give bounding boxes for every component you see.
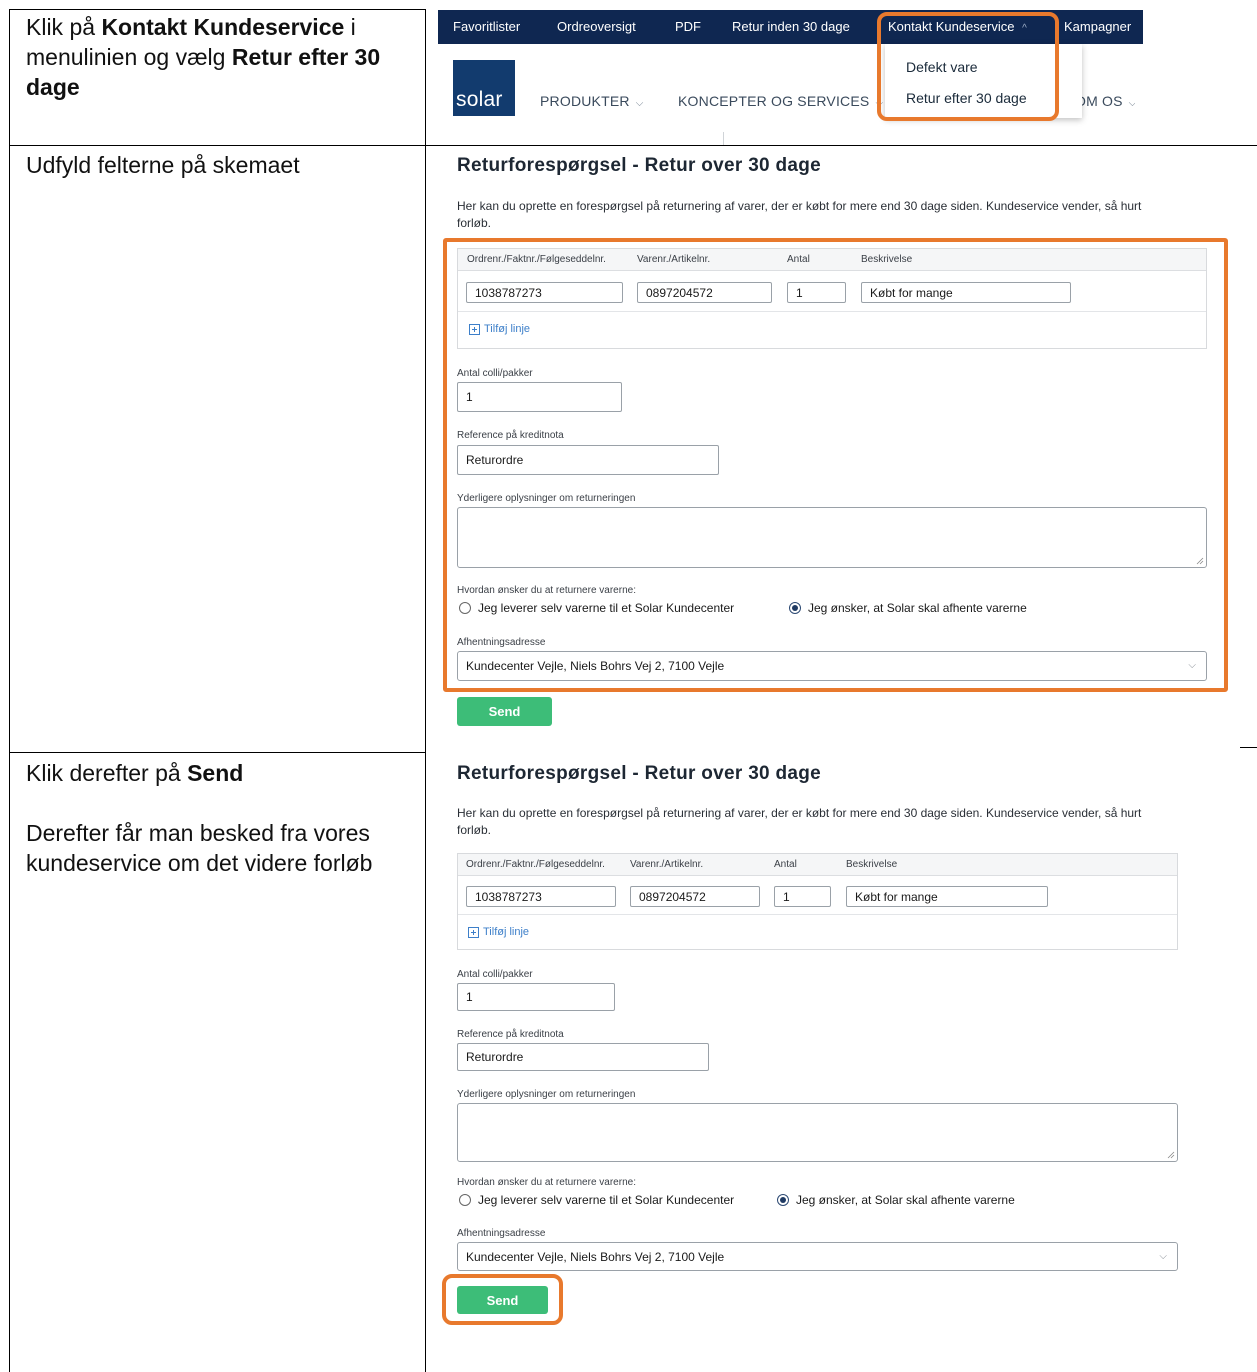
form-intro-line-2: forløb. bbox=[457, 823, 492, 837]
nav-ordreoversigt[interactable]: Ordreoversigt bbox=[557, 10, 636, 44]
highlight-send-button bbox=[442, 1274, 563, 1325]
step-3-note: Derefter får man besked fra vores kundes… bbox=[26, 820, 373, 876]
nav-kampagner[interactable]: Kampagner bbox=[1064, 10, 1131, 44]
resize-grip-icon[interactable] bbox=[1167, 1151, 1175, 1159]
nav-pdf[interactable]: PDF bbox=[675, 10, 701, 44]
table-border-left bbox=[9, 9, 10, 1372]
radio-self-delivery[interactable] bbox=[459, 1194, 471, 1206]
solar-logo[interactable]: solar bbox=[453, 60, 515, 116]
reference-label: Reference på kreditnota bbox=[457, 1029, 564, 1040]
form-intro: Her kan du oprette en forespørgsel på re… bbox=[457, 198, 1257, 232]
nav-favoritlister[interactable]: Favoritlister bbox=[453, 10, 520, 44]
send-button[interactable]: Send bbox=[457, 697, 552, 726]
col-quantity: Antal bbox=[774, 859, 797, 870]
option-self-delivery[interactable]: Jeg leverer selv varerne til et Solar Ku… bbox=[459, 1193, 734, 1207]
address-select[interactable]: Kundecenter Vejle, Niels Bohrs Vej 2, 71… bbox=[457, 1242, 1178, 1271]
info-label: Yderligere oplysninger om returneringen bbox=[457, 1089, 636, 1100]
table-row-divider-2 bbox=[9, 752, 426, 753]
step-3-text-0: Klik derefter på bbox=[26, 760, 188, 786]
table-row-divider-1 bbox=[9, 145, 426, 146]
nav-retur-inden-30-dage[interactable]: Retur inden 30 dage bbox=[732, 10, 850, 44]
table-border-top bbox=[9, 9, 426, 10]
logo-text: solar bbox=[456, 88, 503, 111]
form-intro-line-2: forløb. bbox=[457, 216, 492, 230]
step-2-instruction: Udfyld felterne på skemaet bbox=[26, 152, 300, 178]
step-3-text-1: Send bbox=[187, 760, 244, 786]
chevron-down-icon: ⌵ bbox=[635, 98, 644, 109]
nav-om-os[interactable]: OM OS ⌵ bbox=[1075, 93, 1135, 109]
secnav-divider bbox=[723, 132, 724, 145]
item-number-input[interactable]: 0897204572 bbox=[630, 886, 760, 907]
address-select-value: Kundecenter Vejle, Niels Bohrs Vej 2, 71… bbox=[466, 1249, 725, 1264]
return-method-question: Hvordan ønsker du at returnere varerne: bbox=[457, 1177, 636, 1188]
nav-om-os-label: OM OS bbox=[1075, 93, 1123, 109]
nav-koncepter-og-services[interactable]: KONCEPTER OG SERVICES ⌵ bbox=[678, 93, 883, 109]
return-lines-header: Ordrenr./Faktnr./Følgeseddelnr. Varenr./… bbox=[458, 854, 1177, 876]
table-row-divider-1-right bbox=[426, 145, 1257, 146]
col-order-number: Ordrenr./Faktnr./Følgeseddelnr. bbox=[466, 859, 605, 870]
plus-icon bbox=[468, 926, 479, 938]
step-1-instruction: Klik på Kontakt Kundeservice i menulinie… bbox=[26, 12, 406, 102]
info-textarea[interactable] bbox=[457, 1103, 1178, 1162]
add-line-button[interactable]: Tilføj linje bbox=[468, 926, 529, 938]
col-item-number: Varenr./Artikelnr. bbox=[630, 859, 704, 870]
chevron-down-icon: ⌵ bbox=[1128, 98, 1135, 109]
nav-koncepter-label: KONCEPTER OG SERVICES bbox=[678, 93, 870, 109]
description-input[interactable]: Købt for mange bbox=[846, 886, 1048, 907]
option-self-label: Jeg leverer selv varerne til et Solar Ku… bbox=[478, 1193, 735, 1207]
step-3-instruction: Klik derefter på Send Derefter får man b… bbox=[26, 758, 406, 878]
lines-row-divider bbox=[458, 914, 1177, 915]
option-pickup-label: Jeg ønsker, at Solar skal afhente varern… bbox=[796, 1193, 1015, 1207]
form-intro: Her kan du oprette en forespørgsel på re… bbox=[457, 805, 1257, 839]
highlight-kontakt-kundeservice bbox=[877, 12, 1059, 121]
step-1-text-1: Kontakt Kundeservice bbox=[101, 14, 345, 40]
radio-pickup-selected[interactable] bbox=[777, 1194, 789, 1206]
form-title: Returforespørgsel - Retur over 30 dage bbox=[457, 155, 822, 176]
reference-input[interactable]: Returordre bbox=[457, 1043, 709, 1071]
option-pickup[interactable]: Jeg ønsker, at Solar skal afhente varern… bbox=[777, 1193, 1015, 1207]
nav-produkter[interactable]: PRODUKTER ⌵ bbox=[540, 93, 643, 109]
address-label: Afhentningsadresse bbox=[457, 1228, 546, 1239]
colli-label: Antal colli/pakker bbox=[457, 969, 533, 980]
table-border-middle bbox=[425, 9, 426, 1372]
form-title: Returforespørgsel - Retur over 30 dage bbox=[457, 763, 822, 784]
form-intro-line-1: Her kan du oprette en forespørgsel på re… bbox=[457, 806, 1142, 820]
quantity-input[interactable]: 1 bbox=[774, 886, 831, 907]
highlight-form-fields bbox=[443, 238, 1228, 692]
add-line-label: Tilføj linje bbox=[483, 926, 530, 938]
form-intro-line-1: Her kan du oprette en forespørgsel på re… bbox=[457, 199, 1142, 213]
colli-input[interactable]: 1 bbox=[457, 983, 615, 1011]
step-1-text-0: Klik på bbox=[26, 14, 102, 40]
return-lines-table: Ordrenr./Faktnr./Følgeseddelnr. Varenr./… bbox=[457, 853, 1178, 950]
order-number-input[interactable]: 1038787273 bbox=[466, 886, 616, 907]
table-row-divider-2-right bbox=[1240, 747, 1257, 748]
nav-produkter-label: PRODUKTER bbox=[540, 93, 630, 109]
col-description: Beskrivelse bbox=[846, 859, 898, 870]
chevron-down-icon: ⌵ bbox=[1159, 1250, 1167, 1262]
